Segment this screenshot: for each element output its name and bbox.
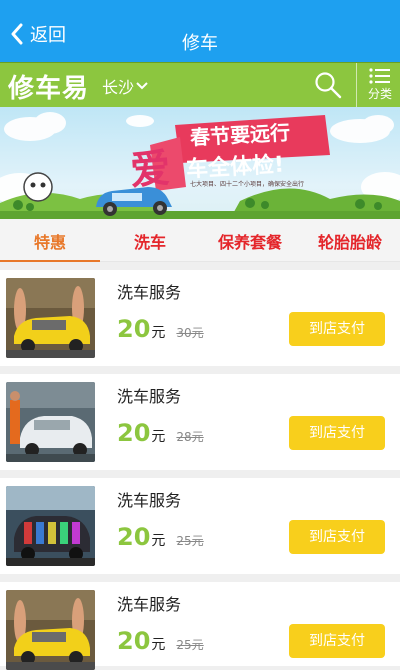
service-name: 洗车服务	[117, 283, 182, 302]
list-item[interactable]: 洗车服务 20 元 28元 到店支付	[0, 374, 400, 470]
pay-at-store-button[interactable]: 到店支付	[289, 312, 385, 346]
page-title: 修车	[182, 33, 218, 54]
brand-logo: 修车易	[8, 74, 90, 104]
tab-maintenance[interactable]: 保养套餐	[200, 219, 300, 261]
chevron-down-icon	[136, 82, 148, 90]
price-value: 20	[117, 419, 151, 447]
pay-at-store-button[interactable]: 到店支付	[289, 520, 385, 554]
price-unit: 元	[151, 325, 166, 341]
original-price: 30元	[176, 326, 204, 340]
service-name: 洗车服务	[117, 387, 182, 406]
service-name: 洗车服务	[117, 595, 182, 614]
price-value: 20	[117, 523, 151, 551]
price-block: 20 元 25元	[117, 523, 204, 551]
price-block: 20 元 28元	[117, 419, 204, 447]
banner-big-char: 爱	[128, 145, 172, 195]
list-item[interactable]: 洗车服务 20 元 30元 到店支付	[0, 270, 400, 366]
list-item[interactable]: 洗车服务 20 元 25元 到店支付	[0, 478, 400, 574]
promo-banner[interactable]: 春节要远行 爱 车全体检! 七大项目、四十二个小项目，确保安全出行	[0, 107, 400, 219]
price-block: 20 元 30元	[117, 315, 204, 343]
price-value: 20	[117, 315, 151, 343]
service-name: 洗车服务	[117, 491, 182, 510]
tab-bar: 特惠 洗车 保养套餐 轮胎胎龄	[0, 219, 400, 262]
pay-at-store-button[interactable]: 到店支付	[289, 624, 385, 658]
original-price: 28元	[176, 430, 204, 444]
banner-headline-1: 春节要远行	[189, 120, 291, 150]
banner-caption: 七大项目、四十二个小项目，确保安全出行	[190, 181, 305, 188]
price-unit: 元	[151, 637, 166, 653]
service-thumbnail	[6, 382, 95, 462]
tab-tire-age[interactable]: 轮胎胎龄	[300, 219, 400, 261]
tab-wash[interactable]: 洗车	[100, 219, 200, 261]
category-label: 分类	[367, 87, 392, 101]
city-selector[interactable]: 长沙	[102, 75, 148, 97]
original-price: 25元	[176, 534, 204, 548]
service-thumbnail	[6, 486, 95, 566]
price-value: 20	[117, 627, 151, 655]
banner-headline-2: 车全体检!	[185, 152, 285, 183]
price-block: 20 元 25元	[117, 627, 204, 655]
price-unit: 元	[151, 533, 166, 549]
list-item[interactable]: 洗车服务 20 元 25元 到店支付	[0, 582, 400, 670]
divider	[356, 63, 357, 108]
app-header: 返回 修车	[0, 0, 400, 62]
category-button[interactable]: 分类	[360, 67, 400, 107]
service-thumbnail	[6, 278, 95, 358]
original-price: 25元	[176, 638, 204, 652]
tab-special[interactable]: 特惠	[0, 219, 100, 262]
price-unit: 元	[151, 429, 166, 445]
brand-bar: 修车易 长沙 分类	[0, 62, 400, 108]
pay-at-store-button[interactable]: 到店支付	[289, 416, 385, 450]
service-thumbnail	[6, 590, 95, 670]
search-icon[interactable]	[314, 71, 342, 99]
list-icon	[369, 68, 390, 84]
city-label: 长沙	[102, 78, 135, 97]
